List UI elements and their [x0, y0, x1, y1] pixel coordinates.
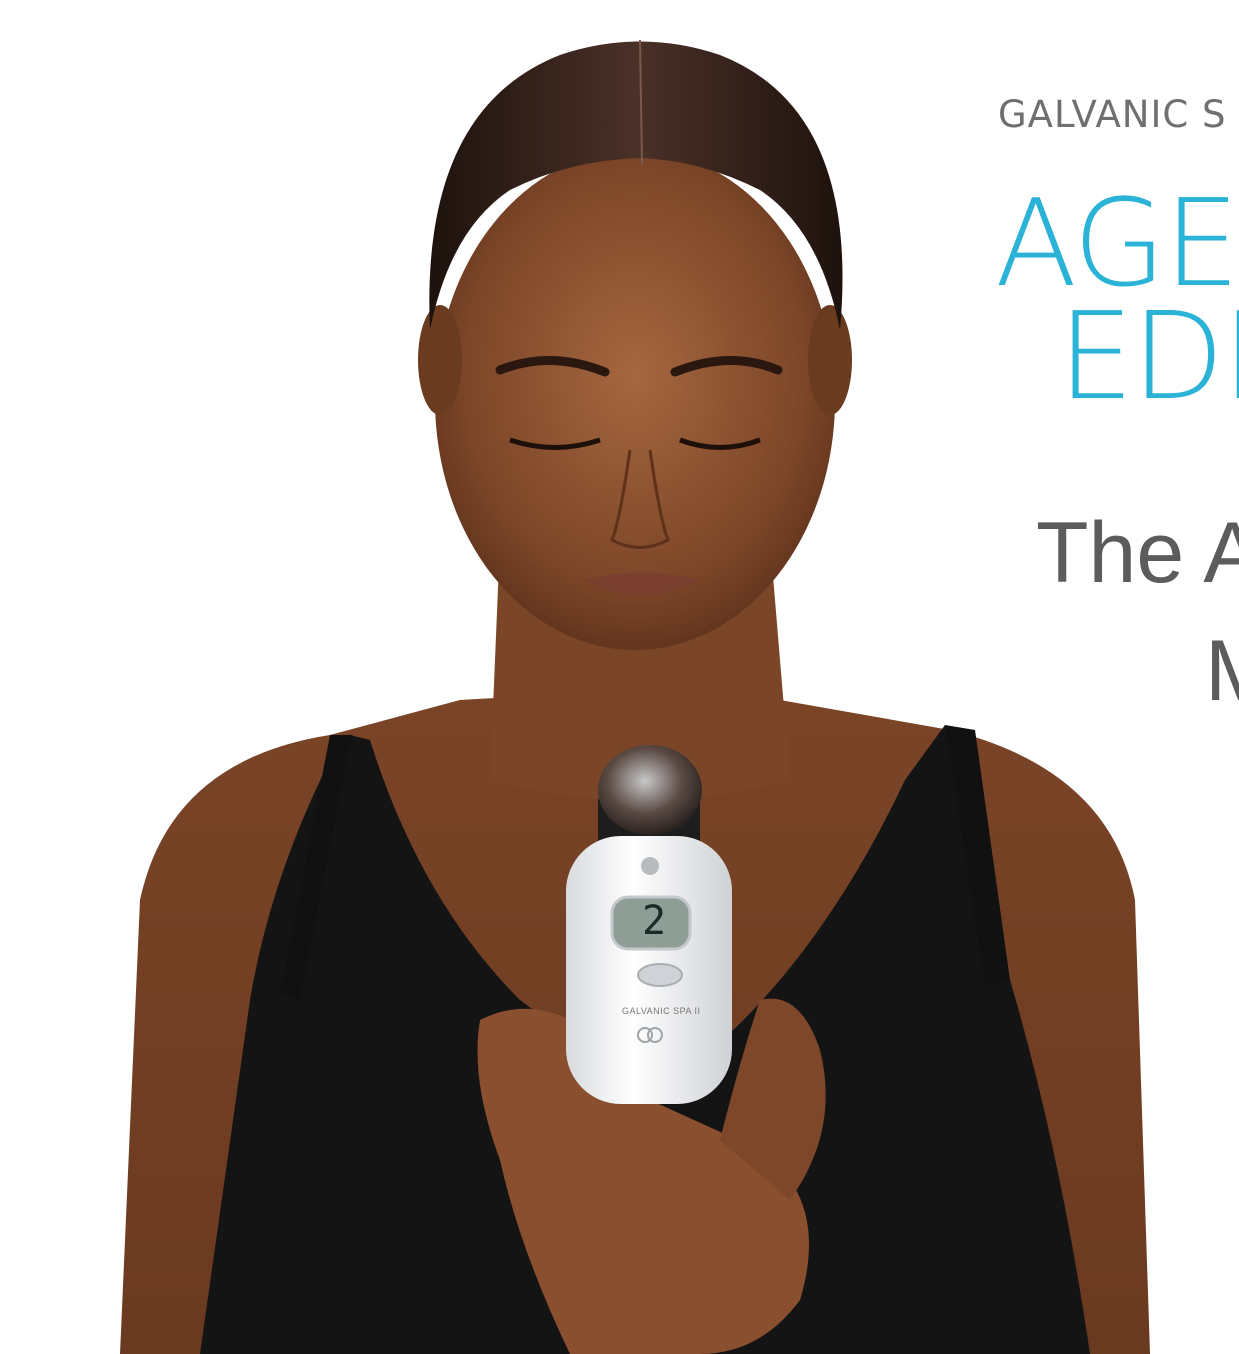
eyebrow-text: GALVANIC S — [998, 93, 1227, 136]
title-line-1: AGE — [995, 175, 1239, 314]
title-line-2: EDI — [1058, 288, 1239, 427]
device-brand-label: GALVANIC SPA II — [622, 1006, 701, 1016]
tagline-line-2: M — [1205, 628, 1239, 714]
tagline-line-1: The A — [1036, 505, 1239, 601]
device-screen-value: 2 — [642, 898, 667, 944]
